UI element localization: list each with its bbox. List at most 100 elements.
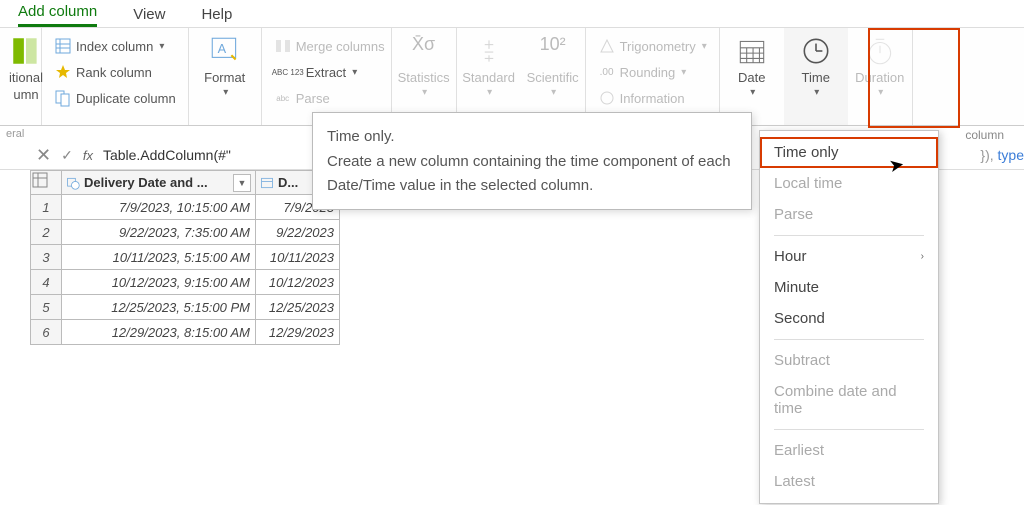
- menu-item-subtract: Subtract: [760, 345, 938, 376]
- menu-item-time-only[interactable]: Time only: [760, 137, 938, 168]
- statistics-button: X̄σ Statistics▾: [398, 34, 450, 98]
- chevron-down-icon: ▾: [422, 87, 427, 98]
- abc-icon: abc: [274, 89, 292, 107]
- datetime-type-icon: [66, 176, 80, 190]
- merge-columns-icon: [274, 37, 292, 55]
- menu-separator: [774, 339, 924, 340]
- row-number[interactable]: 5: [30, 295, 62, 320]
- cell-datetime[interactable]: 10/12/2023, 9:15:00 AM: [62, 270, 256, 295]
- index-column-icon: [54, 37, 72, 55]
- group-time: Time▾: [784, 28, 848, 125]
- group-scientific: 10² Scientific▾: [521, 28, 586, 125]
- cell-datetime[interactable]: 10/11/2023, 5:15:00 AM: [62, 245, 256, 270]
- standard-icon: [472, 34, 506, 68]
- cell-datetime[interactable]: 12/25/2023, 5:15:00 PM: [62, 295, 256, 320]
- chevron-down-icon: ▾: [681, 67, 686, 78]
- rounding-button: .00 Rounding▾: [596, 60, 709, 84]
- duration-button: Duration▾: [854, 34, 906, 98]
- tab-view[interactable]: View: [133, 6, 165, 27]
- cell-datetime[interactable]: 9/22/2023, 7:35:00 AM: [62, 220, 256, 245]
- group-standard: Standard▾: [457, 28, 521, 125]
- column-header-delivery-datetime[interactable]: Delivery Date and ... ▼: [62, 170, 256, 195]
- standard-button: Standard▾: [463, 34, 515, 98]
- rank-column-button[interactable]: Rank column: [52, 60, 178, 84]
- extract-button[interactable]: ABC 123 Extract▾: [272, 60, 387, 84]
- cell-datetime[interactable]: 12/29/2023, 8:15:00 AM: [62, 320, 256, 345]
- tooltip-body: Create a new column containing the time …: [327, 150, 737, 197]
- duplicate-column-button[interactable]: Duplicate column: [52, 86, 178, 110]
- conditional-column-icon: [9, 34, 43, 68]
- rounding-icon: .00: [598, 63, 616, 81]
- time-button[interactable]: Time▾: [790, 34, 842, 98]
- label-column-cut: column: [965, 128, 1004, 142]
- time-dropdown-menu: Time only Local time Parse Hour› Minute …: [759, 130, 939, 504]
- menu-item-earliest: Earliest: [760, 435, 938, 466]
- row-number[interactable]: 6: [30, 320, 62, 345]
- group-stats: X̄σ Statistics▾: [392, 28, 457, 125]
- menu-item-minute[interactable]: Minute: [760, 272, 938, 303]
- menu-separator: [774, 235, 924, 236]
- tab-help[interactable]: Help: [201, 6, 232, 27]
- tab-add-column[interactable]: Add column: [18, 3, 97, 27]
- menu-item-local-time: Local time: [760, 168, 938, 199]
- chevron-down-icon: ▾: [750, 87, 755, 98]
- cell-date[interactable]: 10/11/2023: [256, 245, 340, 270]
- chevron-down-icon: ▾: [878, 87, 883, 98]
- scientific-icon: 10²: [536, 34, 570, 68]
- abc123-icon: ABC 123: [274, 63, 302, 81]
- menu-item-second[interactable]: Second: [760, 303, 938, 334]
- commit-formula-icon[interactable]: ✓: [61, 147, 73, 164]
- chevron-down-icon: ▾: [159, 41, 164, 52]
- format-label: Format: [204, 70, 245, 85]
- date-button[interactable]: Date▾: [726, 34, 778, 98]
- menu-item-combine: Combine date and time: [760, 376, 938, 424]
- group-format: A Format ▾: [189, 28, 262, 125]
- menu-item-parse: Parse: [760, 199, 938, 230]
- chevron-down-icon: ▾: [702, 41, 707, 52]
- cell-date[interactable]: 12/25/2023: [256, 295, 340, 320]
- date-type-icon: [260, 176, 274, 190]
- group-general-cut: itional umn: [0, 28, 42, 125]
- chevron-down-icon: ▾: [223, 87, 228, 98]
- fx-label: fx: [83, 148, 93, 163]
- group-number-ops: Trigonometry▾ .00 Rounding▾ Information: [586, 28, 720, 125]
- duration-icon: [863, 34, 897, 68]
- cell-date[interactable]: 9/22/2023: [256, 220, 340, 245]
- group-text-ops: Merge columns ABC 123 Extract▾ abc Parse: [262, 28, 392, 125]
- format-icon: A: [208, 34, 242, 68]
- row-number[interactable]: 1: [30, 195, 62, 220]
- cancel-formula-icon[interactable]: ✕: [36, 145, 51, 166]
- label-umn: umn: [13, 87, 38, 102]
- group-date: Date▾: [720, 28, 784, 125]
- duplicate-column-icon: [54, 89, 72, 107]
- cell-date[interactable]: 10/12/2023: [256, 270, 340, 295]
- format-button[interactable]: A Format ▾: [199, 34, 251, 98]
- tooltip-title: Time only.: [327, 125, 737, 148]
- merge-columns-button: Merge columns: [272, 34, 387, 58]
- tab-bar: Add column View Help: [0, 0, 1024, 28]
- column-filter-dropdown[interactable]: ▼: [233, 174, 251, 192]
- info-icon: [598, 89, 616, 107]
- chevron-down-icon: ▾: [814, 87, 819, 98]
- svg-text:A: A: [217, 41, 226, 56]
- menu-item-latest: Latest: [760, 466, 938, 497]
- scientific-button: 10² Scientific▾: [527, 34, 579, 98]
- rank-column-icon: [54, 63, 72, 81]
- menu-item-hour[interactable]: Hour›: [760, 241, 938, 272]
- trigonometry-button: Trigonometry▾: [596, 34, 709, 58]
- mouse-cursor: ➤: [887, 154, 906, 177]
- group-duration: Duration▾: [848, 28, 913, 125]
- group-column-ops: Index column▾ Rank column Duplicate colu…: [42, 28, 189, 125]
- chevron-down-icon: ▾: [487, 87, 492, 98]
- row-number[interactable]: 3: [30, 245, 62, 270]
- row-number[interactable]: 2: [30, 220, 62, 245]
- table-icon: [31, 171, 49, 189]
- menu-separator: [774, 429, 924, 430]
- index-column-button[interactable]: Index column▾: [52, 34, 178, 58]
- cell-datetime[interactable]: 7/9/2023, 10:15:00 AM: [62, 195, 256, 220]
- information-button: Information: [596, 86, 709, 110]
- select-all-corner[interactable]: [30, 170, 62, 195]
- row-number[interactable]: 4: [30, 270, 62, 295]
- clock-icon: [799, 34, 833, 68]
- cell-date[interactable]: 12/29/2023: [256, 320, 340, 345]
